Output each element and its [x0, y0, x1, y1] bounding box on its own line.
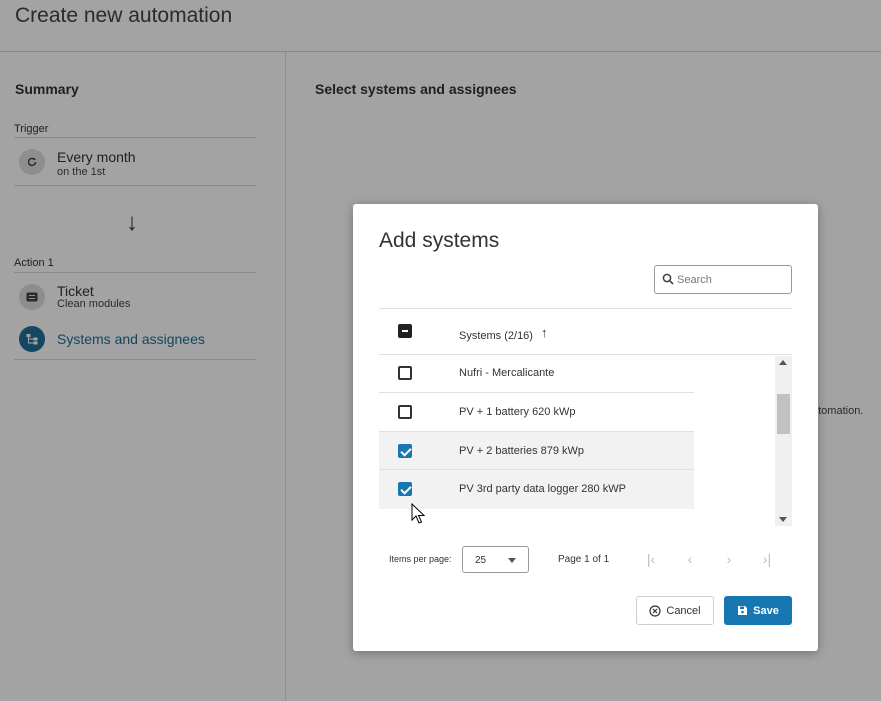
next-page-button[interactable]: › — [718, 548, 740, 570]
previous-page-button[interactable]: ‹ — [679, 548, 701, 570]
row-checkbox[interactable] — [398, 444, 412, 458]
table-header: Systems (2/16) ↑ — [379, 308, 792, 355]
chevron-down-icon — [508, 558, 516, 563]
dialog-title: Add systems — [379, 229, 500, 252]
cancel-button[interactable]: Cancel — [636, 596, 714, 625]
cancel-circle-icon — [649, 604, 661, 617]
row-label: PV + 1 battery 620 kWp — [459, 406, 576, 418]
items-per-page-value: 25 — [475, 555, 487, 566]
items-per-page-select[interactable]: 25 — [462, 546, 529, 573]
table-row[interactable]: PV + 1 battery 620 kWp — [379, 393, 694, 432]
systems-list: ... Nufri - Mercalicante PV + 1 battery … — [379, 356, 792, 526]
cancel-label: Cancel — [666, 604, 701, 617]
search-field[interactable] — [654, 265, 792, 294]
table-row[interactable]: PV 3rd party data logger 280 kWP — [379, 470, 694, 509]
scroll-thumb[interactable] — [777, 394, 790, 434]
search-icon — [662, 273, 674, 285]
save-label: Save — [753, 604, 779, 617]
last-page-button[interactable]: ›| — [756, 548, 778, 570]
mouse-cursor-icon — [411, 503, 425, 524]
systems-column-header[interactable]: Systems (2/16) — [459, 330, 533, 342]
scroll-down-icon[interactable] — [779, 517, 787, 522]
search-input[interactable] — [677, 270, 787, 289]
row-checkbox[interactable] — [398, 405, 412, 419]
scroll-up-icon[interactable] — [779, 360, 787, 365]
select-all-checkbox[interactable] — [398, 324, 412, 338]
row-label: Nufri - Mercalicante — [459, 367, 555, 379]
first-page-button[interactable]: |‹ — [640, 548, 662, 570]
list-scrollbar[interactable] — [775, 356, 792, 526]
add-systems-dialog: Add systems Systems (2/16) ↑ ... Nufri -… — [353, 204, 818, 651]
save-icon — [737, 605, 748, 616]
row-label: PV 3rd party data logger 280 kWP — [459, 483, 626, 495]
row-label: PV + 2 batteries 879 kWp — [459, 445, 585, 457]
row-checkbox[interactable] — [398, 482, 412, 496]
table-row[interactable]: Nufri - Mercalicante — [379, 356, 694, 393]
items-per-page-label: Items per page: — [389, 554, 452, 564]
row-checkbox[interactable] — [398, 366, 412, 380]
table-row[interactable]: PV + 2 batteries 879 kWp — [379, 432, 694, 470]
page-info: Page 1 of 1 — [558, 554, 610, 565]
save-button[interactable]: Save — [724, 596, 792, 625]
sort-ascending-icon[interactable]: ↑ — [541, 325, 548, 340]
